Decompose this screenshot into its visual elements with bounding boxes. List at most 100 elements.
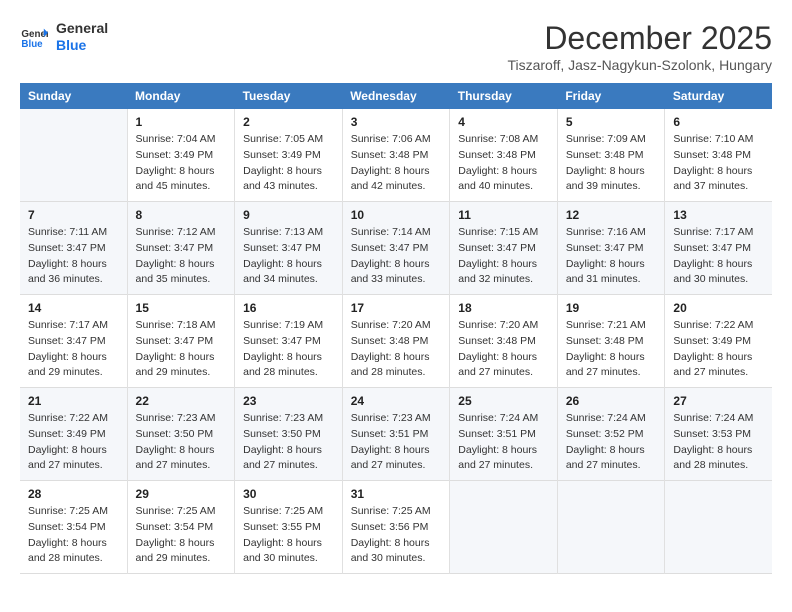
logo-line1: General [56,20,108,37]
day-number: 14 [28,301,119,315]
calendar-week-row: 7 Sunrise: 7:11 AM Sunset: 3:47 PM Daylig… [20,202,772,295]
page-subtitle: Tiszaroff, Jasz-Nagykun-Szolonk, Hungary [507,57,772,73]
header-day: Wednesday [342,83,450,109]
day-number: 10 [351,208,442,222]
day-number: 11 [458,208,549,222]
day-number: 1 [136,115,227,129]
day-info: Sunrise: 7:14 AM Sunset: 3:47 PM Dayligh… [351,225,442,288]
day-info: Sunrise: 7:15 AM Sunset: 3:47 PM Dayligh… [458,225,549,288]
day-info: Sunrise: 7:25 AM Sunset: 3:56 PM Dayligh… [351,504,442,567]
day-number: 16 [243,301,334,315]
calendar-cell: 6Sunrise: 7:10 AM Sunset: 3:48 PM Daylig… [665,109,772,202]
day-info: Sunrise: 7:09 AM Sunset: 3:48 PM Dayligh… [566,132,657,195]
calendar-cell: 22 Sunrise: 7:23 AM Sunset: 3:50 PM Dayli… [127,388,235,481]
logo-line2: Blue [56,37,108,54]
title-area: December 2025 Tiszaroff, Jasz-Nagykun-Sz… [507,20,772,73]
calendar-cell [557,481,665,574]
calendar-cell: 23Sunrise: 7:23 AM Sunset: 3:50 PM Dayli… [235,388,343,481]
day-info: Sunrise: 7:25 AM Sunset: 3:55 PM Dayligh… [243,504,334,567]
day-info: Sunrise: 7:22 AM Sunset: 3:49 PM Dayligh… [673,318,764,381]
day-number: 21 [28,394,119,408]
svg-text:Blue: Blue [21,39,43,50]
day-number: 2 [243,115,334,129]
day-number: 25 [458,394,549,408]
calendar-cell: 12 Sunrise: 7:16 AM Sunset: 3:47 PM Dayli… [557,202,665,295]
calendar-cell: 21 Sunrise: 7:22 AM Sunset: 3:49 PM Dayli… [20,388,127,481]
day-number: 24 [351,394,442,408]
day-info: Sunrise: 7:13 AM Sunset: 3:47 PM Dayligh… [243,225,334,288]
calendar-cell: 18 Sunrise: 7:20 AM Sunset: 3:48 PM Dayli… [450,295,558,388]
calendar-table: SundayMondayTuesdayWednesdayThursdayFrid… [20,83,772,574]
day-info: Sunrise: 7:10 AM Sunset: 3:48 PM Dayligh… [673,132,764,195]
day-number: 22 [136,394,227,408]
day-info: Sunrise: 7:11 AM Sunset: 3:47 PM Dayligh… [28,225,119,288]
calendar-cell: 9Sunrise: 7:13 AM Sunset: 3:47 PM Daylig… [235,202,343,295]
day-number: 5 [566,115,657,129]
day-number: 26 [566,394,657,408]
day-info: Sunrise: 7:06 AM Sunset: 3:48 PM Dayligh… [351,132,442,195]
day-number: 13 [673,208,764,222]
header-day: Thursday [450,83,558,109]
day-info: Sunrise: 7:20 AM Sunset: 3:48 PM Dayligh… [458,318,549,381]
day-number: 7 [28,208,119,222]
calendar-week-row: 28 Sunrise: 7:25 AM Sunset: 3:54 PM Dayli… [20,481,772,574]
day-number: 30 [243,487,334,501]
calendar-week-row: 1 Sunrise: 7:04 AM Sunset: 3:49 PM Daylig… [20,109,772,202]
calendar-cell: 14Sunrise: 7:17 AM Sunset: 3:47 PM Dayli… [20,295,127,388]
header-day: Monday [127,83,235,109]
day-info: Sunrise: 7:23 AM Sunset: 3:50 PM Dayligh… [136,411,227,474]
calendar-cell [665,481,772,574]
day-info: Sunrise: 7:16 AM Sunset: 3:47 PM Dayligh… [566,225,657,288]
calendar-cell: 2Sunrise: 7:05 AM Sunset: 3:49 PM Daylig… [235,109,343,202]
calendar-cell [450,481,558,574]
calendar-cell: 3Sunrise: 7:06 AM Sunset: 3:48 PM Daylig… [342,109,450,202]
day-info: Sunrise: 7:20 AM Sunset: 3:48 PM Dayligh… [351,318,442,381]
page-title: December 2025 [507,20,772,57]
calendar-cell: 30 Sunrise: 7:25 AM Sunset: 3:55 PM Dayli… [235,481,343,574]
day-info: Sunrise: 7:23 AM Sunset: 3:51 PM Dayligh… [351,411,442,474]
day-info: Sunrise: 7:24 AM Sunset: 3:51 PM Dayligh… [458,411,549,474]
day-info: Sunrise: 7:17 AM Sunset: 3:47 PM Dayligh… [673,225,764,288]
calendar-cell: 31 Sunrise: 7:25 AM Sunset: 3:56 PM Dayli… [342,481,450,574]
day-number: 28 [28,487,119,501]
calendar-cell: 19Sunrise: 7:21 AM Sunset: 3:48 PM Dayli… [557,295,665,388]
day-info: Sunrise: 7:22 AM Sunset: 3:49 PM Dayligh… [28,411,119,474]
day-info: Sunrise: 7:04 AM Sunset: 3:49 PM Dayligh… [136,132,227,195]
calendar-cell: 28Sunrise: 7:25 AM Sunset: 3:54 PM Dayli… [20,481,127,574]
calendar-cell: 16Sunrise: 7:19 AM Sunset: 3:47 PM Dayli… [235,295,343,388]
day-info: Sunrise: 7:25 AM Sunset: 3:54 PM Dayligh… [136,504,227,567]
day-number: 4 [458,115,549,129]
day-info: Sunrise: 7:21 AM Sunset: 3:48 PM Dayligh… [566,318,657,381]
calendar-body: 1 Sunrise: 7:04 AM Sunset: 3:49 PM Daylig… [20,109,772,574]
header-day: Friday [557,83,665,109]
day-number: 12 [566,208,657,222]
calendar-cell: 20 Sunrise: 7:22 AM Sunset: 3:49 PM Dayli… [665,295,772,388]
calendar-cell: 11 Sunrise: 7:15 AM Sunset: 3:47 PM Dayli… [450,202,558,295]
calendar-cell [20,109,127,202]
day-number: 31 [351,487,442,501]
day-info: Sunrise: 7:24 AM Sunset: 3:53 PM Dayligh… [673,411,764,474]
day-info: Sunrise: 7:23 AM Sunset: 3:50 PM Dayligh… [243,411,334,474]
day-info: Sunrise: 7:12 AM Sunset: 3:47 PM Dayligh… [136,225,227,288]
logo-icon: General Blue [20,23,48,51]
day-number: 17 [351,301,442,315]
calendar-week-row: 14Sunrise: 7:17 AM Sunset: 3:47 PM Dayli… [20,295,772,388]
calendar-cell: 25 Sunrise: 7:24 AM Sunset: 3:51 PM Dayli… [450,388,558,481]
day-number: 18 [458,301,549,315]
day-number: 8 [136,208,227,222]
header-day: Saturday [665,83,772,109]
calendar-cell: 10 Sunrise: 7:14 AM Sunset: 3:47 PM Dayli… [342,202,450,295]
header-day: Sunday [20,83,127,109]
calendar-cell: 26 Sunrise: 7:24 AM Sunset: 3:52 PM Dayli… [557,388,665,481]
day-number: 15 [136,301,227,315]
day-info: Sunrise: 7:24 AM Sunset: 3:52 PM Dayligh… [566,411,657,474]
calendar-cell: 27Sunrise: 7:24 AM Sunset: 3:53 PM Dayli… [665,388,772,481]
calendar-week-row: 21 Sunrise: 7:22 AM Sunset: 3:49 PM Dayli… [20,388,772,481]
calendar-cell: 7 Sunrise: 7:11 AM Sunset: 3:47 PM Daylig… [20,202,127,295]
day-number: 20 [673,301,764,315]
header-day: Tuesday [235,83,343,109]
day-info: Sunrise: 7:08 AM Sunset: 3:48 PM Dayligh… [458,132,549,195]
calendar-cell: 13 Sunrise: 7:17 AM Sunset: 3:47 PM Dayli… [665,202,772,295]
header-row: SundayMondayTuesdayWednesdayThursdayFrid… [20,83,772,109]
calendar-cell: 29Sunrise: 7:25 AM Sunset: 3:54 PM Dayli… [127,481,235,574]
